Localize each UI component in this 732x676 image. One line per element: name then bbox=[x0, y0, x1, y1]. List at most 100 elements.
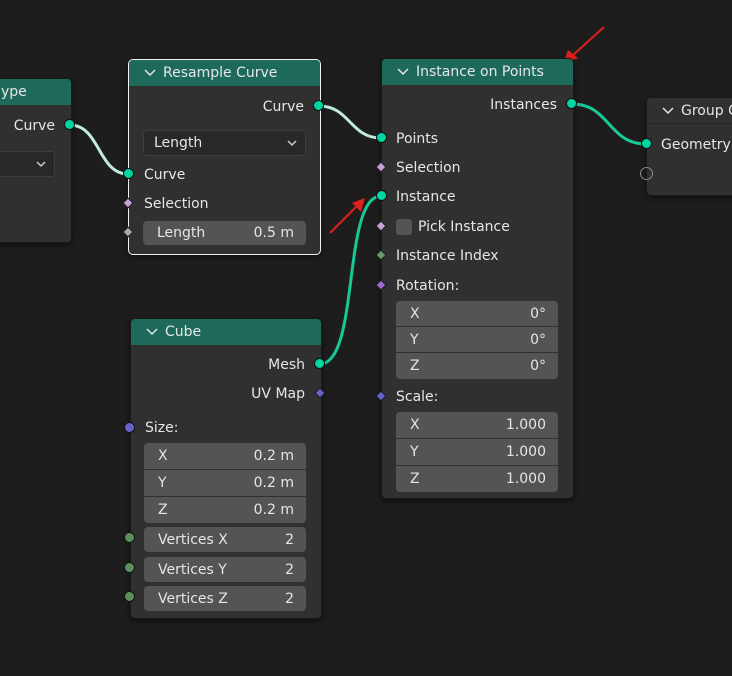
axis-label: Z bbox=[158, 502, 168, 518]
scale-x-field[interactable]: X 1.000 bbox=[396, 412, 558, 438]
chevron-down-icon[interactable] bbox=[143, 66, 157, 80]
node-header[interactable]: ype bbox=[0, 79, 71, 105]
socket-output-instances[interactable] bbox=[566, 98, 577, 109]
node-title: Group O bbox=[681, 102, 732, 119]
axis-value: 0° bbox=[530, 305, 546, 322]
length-field[interactable]: Length 0.5 m bbox=[143, 221, 306, 245]
output-mesh-label: Mesh bbox=[268, 357, 305, 373]
field-label: Vertices Z bbox=[158, 590, 228, 607]
node-header[interactable]: Instance on Points bbox=[382, 59, 573, 85]
field-value: 2 bbox=[285, 590, 294, 607]
axis-value: 1.000 bbox=[505, 417, 546, 433]
socket-input-vertices-x[interactable] bbox=[124, 532, 135, 543]
chevron-down-icon bbox=[36, 161, 46, 168]
field-value: 2 bbox=[285, 561, 294, 578]
rotation-label: Rotation: bbox=[396, 278, 460, 294]
axis-value: 1.000 bbox=[505, 471, 546, 487]
axis-label: Y bbox=[410, 444, 419, 460]
length-value: 0.5 m bbox=[253, 225, 294, 241]
pick-instance-label: Pick Instance bbox=[418, 219, 510, 235]
size-x-field[interactable]: X 0.2 m bbox=[144, 443, 306, 469]
node-title: ype bbox=[1, 84, 27, 100]
field-label: Vertices X bbox=[158, 531, 228, 548]
axis-label: Z bbox=[410, 358, 420, 374]
input-instance-label: Instance bbox=[396, 189, 456, 205]
node-cube[interactable]: Cube Mesh UV Map Size: X 0.2 m Y 0.2 m Z… bbox=[130, 318, 322, 619]
axis-value: 0° bbox=[530, 331, 546, 348]
input-curve-label: Curve bbox=[144, 167, 186, 183]
size-y-field[interactable]: Y 0.2 m bbox=[144, 470, 306, 496]
node-header[interactable]: Resample Curve bbox=[129, 60, 320, 86]
input-selection-label: Selection bbox=[396, 160, 461, 176]
socket-input-instance[interactable] bbox=[376, 190, 387, 201]
axis-label: Y bbox=[158, 475, 167, 491]
axis-value: 0.2 m bbox=[253, 502, 294, 518]
chevron-down-icon[interactable] bbox=[396, 65, 410, 79]
node-instance-on-points[interactable]: Instance on Points Instances Points Sele… bbox=[381, 58, 574, 499]
scale-label: Scale: bbox=[396, 389, 439, 405]
link-curve-to-resample bbox=[69, 123, 129, 176]
output-uvmap-label: UV Map bbox=[251, 386, 305, 402]
link-mesh-to-instance bbox=[319, 194, 382, 366]
axis-value: 0° bbox=[530, 358, 546, 374]
vertices-x-field[interactable]: Vertices X 2 bbox=[144, 527, 306, 552]
socket-output-mesh[interactable] bbox=[314, 358, 325, 369]
annotation-arrow-instance bbox=[329, 206, 357, 234]
socket-input-vertices-z[interactable] bbox=[124, 591, 135, 602]
chevron-down-icon[interactable] bbox=[661, 104, 675, 118]
axis-value: 0.2 m bbox=[253, 475, 294, 491]
axis-label: X bbox=[158, 448, 168, 464]
socket-input-vertices-y[interactable] bbox=[124, 562, 135, 573]
vertices-z-field[interactable]: Vertices Z 2 bbox=[144, 586, 306, 611]
axis-label: Z bbox=[410, 471, 420, 487]
input-selection-label: Selection bbox=[144, 196, 209, 212]
node-curve-source[interactable]: ype Curve bbox=[0, 78, 72, 243]
output-instances-label: Instances bbox=[490, 97, 557, 113]
node-header[interactable]: Group O bbox=[647, 98, 732, 124]
instance-index-label: Instance Index bbox=[396, 248, 499, 264]
node-title: Resample Curve bbox=[163, 65, 278, 81]
socket-output-curve[interactable] bbox=[64, 119, 75, 130]
node-group-output[interactable]: Group O Geometry bbox=[646, 97, 732, 196]
mode-value: Length bbox=[154, 135, 203, 151]
length-label: Length bbox=[157, 225, 206, 241]
output-curve-label: Curve bbox=[13, 118, 55, 134]
socket-input-size[interactable] bbox=[124, 422, 135, 433]
mode-dropdown[interactable] bbox=[0, 151, 55, 177]
node-resample-curve[interactable]: Resample Curve Curve Length Curve Select… bbox=[128, 59, 321, 255]
axis-label: X bbox=[410, 417, 420, 433]
input-geometry-label: Geometry bbox=[661, 137, 731, 153]
pick-instance-checkbox[interactable] bbox=[396, 219, 412, 235]
socket-output-curve[interactable] bbox=[313, 100, 324, 111]
vertices-y-field[interactable]: Vertices Y 2 bbox=[144, 557, 306, 582]
socket-input-points[interactable] bbox=[376, 132, 387, 143]
link-resample-to-points bbox=[318, 104, 382, 140]
socket-input-curve[interactable] bbox=[123, 168, 134, 179]
socket-empty-input[interactable] bbox=[640, 167, 653, 180]
node-links bbox=[69, 26, 647, 366]
field-label: Vertices Y bbox=[158, 561, 227, 578]
node-header[interactable]: Cube bbox=[131, 319, 321, 345]
size-label: Size: bbox=[145, 420, 179, 436]
axis-label: X bbox=[410, 305, 420, 322]
rotation-y-field[interactable]: Y 0° bbox=[396, 327, 558, 352]
axis-label: Y bbox=[410, 331, 419, 348]
node-title: Cube bbox=[165, 324, 202, 340]
node-title: Instance on Points bbox=[416, 64, 544, 80]
scale-y-field[interactable]: Y 1.000 bbox=[396, 439, 558, 465]
axis-value: 0.2 m bbox=[253, 448, 294, 464]
rotation-x-field[interactable]: X 0° bbox=[396, 301, 558, 326]
link-instances-to-geometry bbox=[571, 102, 647, 146]
mode-dropdown[interactable]: Length bbox=[143, 130, 306, 156]
field-value: 2 bbox=[285, 531, 294, 548]
input-points-label: Points bbox=[396, 131, 439, 147]
chevron-down-icon bbox=[287, 140, 297, 147]
scale-z-field[interactable]: Z 1.000 bbox=[396, 466, 558, 492]
axis-value: 1.000 bbox=[505, 444, 546, 460]
chevron-down-icon[interactable] bbox=[145, 325, 159, 339]
output-curve-label: Curve bbox=[262, 99, 304, 115]
annotation-arrow-top bbox=[571, 26, 605, 57]
rotation-z-field[interactable]: Z 0° bbox=[396, 353, 558, 379]
socket-input-geometry[interactable] bbox=[641, 138, 652, 149]
size-z-field[interactable]: Z 0.2 m bbox=[144, 497, 306, 523]
